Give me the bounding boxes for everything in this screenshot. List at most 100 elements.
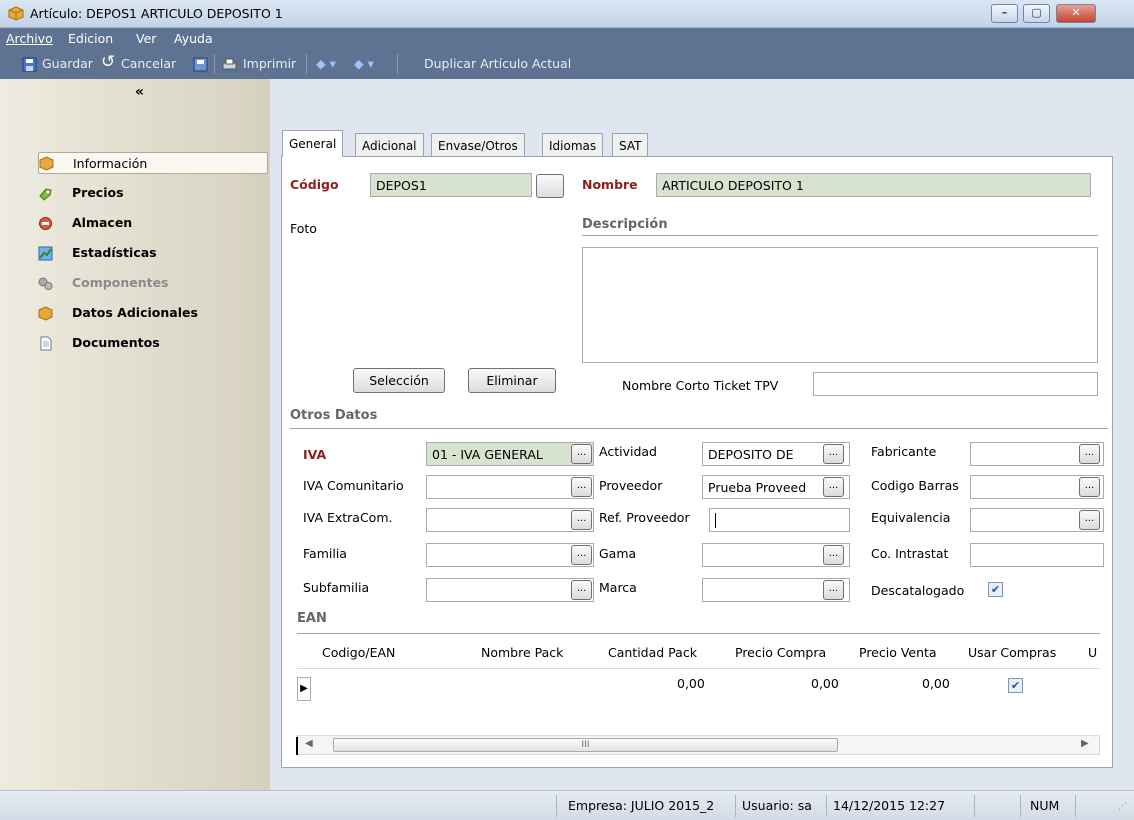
equivalencia-lookup-button[interactable]: ... <box>1079 510 1100 530</box>
tab-general[interactable]: General <box>282 130 344 157</box>
intrastat-field[interactable] <box>970 543 1104 567</box>
gama-label: Gama <box>599 546 637 561</box>
ean-header-divider <box>297 668 1100 669</box>
iva-label: IVA <box>303 447 327 462</box>
menu-edicion[interactable]: Edicion <box>68 31 113 46</box>
ean-column-header[interactable]: Usar Compras <box>968 645 1056 660</box>
iva-field[interactable]: 01 - IVA GENERAL <box>426 442 594 466</box>
familia-field[interactable] <box>426 543 594 567</box>
ean-title: EAN <box>297 611 327 626</box>
codigo-lookup-button[interactable] <box>536 174 564 198</box>
tab-sat[interactable]: SAT <box>612 133 649 157</box>
eliminar-button[interactable]: Eliminar <box>468 368 556 393</box>
fabricante-lookup-button[interactable]: ... <box>1079 444 1100 464</box>
descatalogado-label: Descatalogado <box>871 583 965 598</box>
subfamilia-lookup-button[interactable]: ... <box>571 580 592 600</box>
sidebar-item-label: Documentos <box>72 335 160 350</box>
marca-lookup-button[interactable]: ... <box>823 580 844 600</box>
sidebar-item-documentos[interactable]: Documentos <box>38 333 268 355</box>
tab-idiomas[interactable]: Idiomas <box>542 133 604 157</box>
iva-extracom-field[interactable] <box>426 508 594 532</box>
iva-comunitario-label: IVA Comunitario <box>303 478 404 493</box>
ean-column-header[interactable]: U <box>1088 645 1097 660</box>
status-separator <box>1020 795 1021 817</box>
close-button[interactable]: ✕ <box>1056 4 1096 23</box>
actividad-lookup-button[interactable]: ... <box>823 444 844 464</box>
menu-archivo[interactable]: Archivo <box>6 31 53 46</box>
save-button[interactable]: Guardar <box>42 56 93 71</box>
scroll-right-icon[interactable]: ▶ <box>1081 738 1089 749</box>
descatalogado-checkbox[interactable]: ✔ <box>988 582 1003 597</box>
minimize-button[interactable]: – <box>991 4 1018 23</box>
status-separator <box>826 795 827 817</box>
tab-adicional[interactable]: Adicional <box>355 133 424 157</box>
descripcion-textarea[interactable] <box>582 247 1098 363</box>
status-empresa: Empresa: JULIO 2015_2 <box>568 798 715 813</box>
sidebar-item-label: Datos Adicionales <box>72 305 198 320</box>
iva-comunitario-lookup-button[interactable]: ... <box>571 477 592 497</box>
row-selector-icon[interactable]: ▶ <box>297 677 311 701</box>
status-fecha: 14/12/2015 12:27 <box>833 798 946 813</box>
document-icon <box>40 336 52 351</box>
status-separator <box>974 795 975 817</box>
status-separator <box>1075 795 1076 817</box>
descripcion-label: Descripción <box>582 217 668 232</box>
status-separator <box>735 795 736 817</box>
ean-cell-precio-venta[interactable]: 0,00 <box>922 676 950 691</box>
iva-lookup-button[interactable]: ... <box>571 444 592 464</box>
print-button[interactable]: Imprimir <box>243 56 296 71</box>
iva-extracom-lookup-button[interactable]: ... <box>571 510 592 530</box>
menu-ayuda[interactable]: Ayuda <box>174 31 213 46</box>
sidebar-item-datos-adicionales[interactable]: Datos Adicionales <box>38 303 268 325</box>
sidebar-item-estadisticas[interactable]: Estadísticas <box>38 243 268 265</box>
sidebar-item-componentes[interactable]: Componentes <box>38 273 268 295</box>
codigo-field[interactable]: DEPOS1 <box>370 173 532 197</box>
stats-icon <box>38 246 53 261</box>
menu-ver[interactable]: Ver <box>136 31 156 46</box>
nombre-field[interactable]: ARTICULO DEPOSITO 1 <box>656 173 1091 197</box>
cancel-button[interactable]: Cancelar <box>121 56 176 71</box>
ref-proveedor-field[interactable] <box>709 508 850 532</box>
ean-usar-compras-checkbox[interactable]: ✔ <box>1008 678 1023 693</box>
nav-down-icon[interactable]: ◆ ▾ <box>354 56 374 71</box>
sidebar-item-precios[interactable]: Precios <box>38 183 268 205</box>
equivalencia-label: Equivalencia <box>871 510 951 525</box>
otros-datos-divider <box>290 428 1108 429</box>
scrollbar-thumb[interactable]: III <box>333 738 838 752</box>
proveedor-lookup-button[interactable]: ... <box>823 477 844 497</box>
maximize-button[interactable]: ▢ <box>1023 4 1050 23</box>
gama-lookup-button[interactable]: ... <box>823 545 844 565</box>
ean-column-header[interactable]: Cantidad Pack <box>608 645 697 660</box>
duplicate-button[interactable]: Duplicar Artículo Actual <box>424 56 571 71</box>
ean-cell-precio-compra[interactable]: 0,00 <box>811 676 839 691</box>
familia-lookup-button[interactable]: ... <box>571 545 592 565</box>
toolbar: Guardar ↺ Cancelar Imprimir ◆ ▾ ◆ ▾ Dupl… <box>0 49 1134 79</box>
proveedor-label: Proveedor <box>599 478 663 493</box>
ean-column-header[interactable]: Codigo/EAN <box>322 645 395 660</box>
tab-envase-otros[interactable]: Envase/Otros <box>431 133 525 157</box>
status-usuario: Usuario: sa <box>742 798 812 813</box>
ean-cell-cantidad-pack[interactable]: 0,00 <box>677 676 705 691</box>
nav-up-icon[interactable]: ◆ ▾ <box>316 56 336 71</box>
subfamilia-field[interactable] <box>426 578 594 602</box>
ref-proveedor-label: Ref. Proveedor <box>599 510 690 525</box>
actividad-label: Actividad <box>599 444 657 459</box>
ean-column-header[interactable]: Nombre Pack <box>481 645 563 660</box>
toolbar-separator <box>214 54 215 74</box>
save-icon <box>22 57 37 72</box>
codigo-barras-lookup-button[interactable]: ... <box>1079 477 1100 497</box>
save-close-icon[interactable] <box>193 57 208 72</box>
nombre-corto-field[interactable] <box>813 372 1098 396</box>
ean-horizontal-scrollbar[interactable]: ◀ III ▶ <box>296 735 1100 755</box>
seleccion-button[interactable]: Selección <box>353 368 445 393</box>
scroll-left-icon[interactable]: ◀ <box>305 738 313 749</box>
resize-grip-icon[interactable]: ⋰ <box>1118 802 1127 812</box>
sidebar-item-informacion[interactable]: Información <box>38 152 268 174</box>
descripcion-divider <box>582 235 1098 236</box>
iva-comunitario-field[interactable] <box>426 475 594 499</box>
ean-column-header[interactable]: Precio Compra <box>735 645 826 660</box>
collapse-sidebar-button[interactable]: « <box>135 84 144 100</box>
ean-column-header[interactable]: Precio Venta <box>859 645 937 660</box>
sidebar-item-label: Estadísticas <box>72 245 157 260</box>
sidebar-item-almacen[interactable]: Almacen <box>38 213 268 235</box>
